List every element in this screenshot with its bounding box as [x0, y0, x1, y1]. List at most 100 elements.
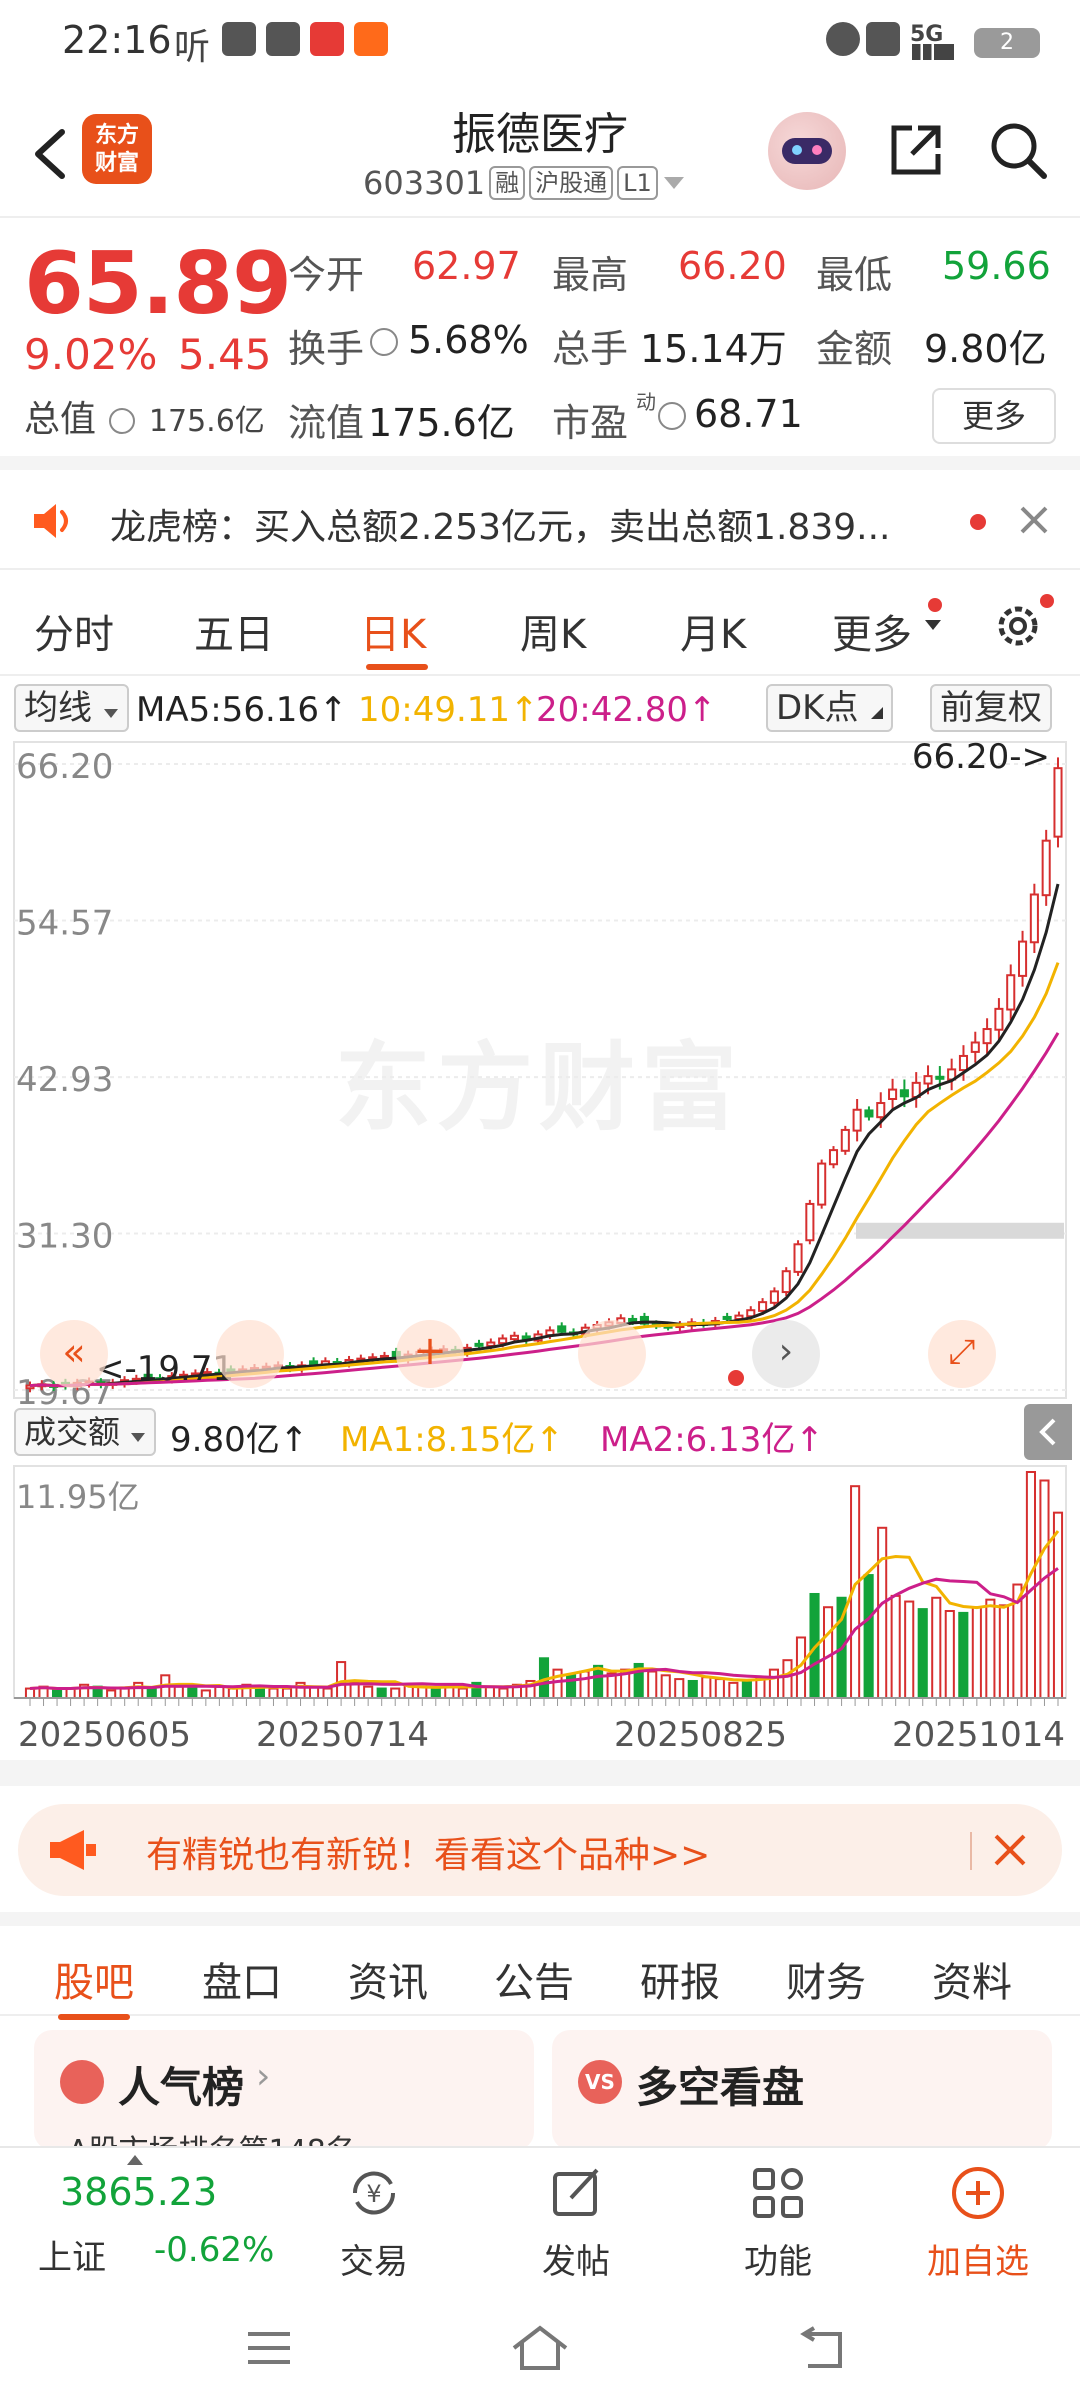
- volume-value-label: 9.80亿↑: [170, 1420, 309, 1460]
- candle-body: [1041, 839, 1051, 897]
- dropdown-icon: [663, 177, 684, 189]
- quote-panel: 65.89 9.02% 5.45 总值 175.6亿 今开 62.97 最高 6…: [0, 220, 1080, 470]
- tab-research[interactable]: 研报: [640, 1950, 720, 2008]
- ma-select[interactable]: 均线: [14, 684, 129, 732]
- market-value-row: 总值 175.6亿: [24, 390, 265, 442]
- collapse-panel-button[interactable]: [1024, 1404, 1072, 1460]
- tab-more[interactable]: 更多: [832, 602, 912, 660]
- tab-financials[interactable]: 财务: [786, 1950, 866, 2008]
- volume-label: 总手: [552, 327, 629, 371]
- edit-icon: [553, 2168, 599, 2216]
- x-tick-label: 20251014: [892, 1715, 1065, 1755]
- tab-guba[interactable]: 股吧: [54, 1950, 134, 2008]
- step-back-button[interactable]: [578, 1320, 646, 1388]
- market-value-label: 总值: [24, 399, 97, 440]
- volume-indicator-select[interactable]: 成交额: [14, 1408, 157, 1456]
- home-icon[interactable]: [508, 2322, 572, 2374]
- kline-chart[interactable]: 66.2054.5742.9331.3019.67 66.20-><-19.71…: [0, 738, 1080, 1790]
- volume-bar: [985, 1598, 996, 1700]
- volume-bar: [782, 1659, 793, 1699]
- zoom-out-button[interactable]: [216, 1320, 284, 1388]
- adjust-button[interactable]: 前复权: [930, 684, 1052, 732]
- volume-bar: [931, 1596, 942, 1699]
- dk-point-button[interactable]: DK点: [766, 684, 894, 732]
- price-frame: [13, 741, 1067, 1399]
- volume-bar: [647, 1670, 658, 1699]
- volume-bar: [1052, 1511, 1064, 1699]
- stock-code-row[interactable]: 603301 融 沪股通 L1: [363, 164, 686, 202]
- volume-bar: [768, 1668, 780, 1699]
- volume-bar: [552, 1668, 563, 1699]
- tab-daily-k[interactable]: 日K: [360, 602, 426, 660]
- ma-select-caret-icon: [103, 709, 118, 718]
- volume-bar: [390, 1687, 401, 1700]
- content-tab-underline: [58, 2014, 130, 2020]
- pe-superscript: 动: [636, 390, 656, 414]
- candle-body: [805, 1202, 815, 1242]
- assistant-robot-icon[interactable]: [768, 112, 846, 190]
- tab-more-caret-icon: [925, 620, 941, 630]
- settings-icon[interactable]: [990, 598, 1046, 654]
- nav-functions[interactable]: 功能: [718, 2162, 838, 2283]
- volume-bar: [200, 1689, 211, 1699]
- candle-body: [888, 1088, 898, 1100]
- turnover-label: 换手: [288, 327, 365, 371]
- volume-bar: [593, 1664, 604, 1699]
- bull-bear-card[interactable]: VS 多空看盘: [552, 2030, 1052, 2150]
- tab-intraday[interactable]: 分时: [34, 602, 114, 660]
- zoom-in-button[interactable]: +: [396, 1320, 464, 1388]
- info-icon[interactable]: [109, 408, 136, 434]
- open-value: 62.97: [412, 244, 521, 288]
- index-change: -0.62%: [154, 2230, 275, 2270]
- step-forward-button[interactable]: ›: [752, 1320, 820, 1388]
- x-tick-label: 20250714: [256, 1715, 429, 1755]
- promo-banner[interactable]: 有精锐也有新锐！看看这个品种>>: [18, 1804, 1062, 1896]
- connect-tag: 沪股通: [529, 166, 614, 200]
- candle-body: [758, 1301, 768, 1312]
- news-ticker[interactable]: 龙虎榜：买入总额2.253亿元，卖出总额1.839...: [0, 470, 1080, 570]
- candle-body: [970, 1041, 980, 1053]
- low-annotation: <-19.71: [96, 1349, 234, 1389]
- more-quote-button[interactable]: 更多: [932, 388, 1056, 444]
- promo-close-icon[interactable]: [990, 1830, 1030, 1870]
- volume-bar: [376, 1687, 387, 1700]
- tab-five-day[interactable]: 五日: [194, 602, 274, 660]
- close-icon[interactable]: [1016, 502, 1052, 538]
- promo-divider: [970, 1832, 972, 1870]
- pe-info-icon[interactable]: [658, 402, 686, 430]
- unread-dot: [970, 514, 986, 530]
- tab-weekly-k[interactable]: 周K: [520, 602, 586, 660]
- tab-monthly-k[interactable]: 月K: [680, 602, 746, 660]
- tab-order-book[interactable]: 盘口: [202, 1950, 282, 2008]
- tab-profile[interactable]: 资料: [932, 1950, 1012, 2008]
- search-icon[interactable]: [986, 118, 1050, 182]
- menu-icon[interactable]: [244, 2326, 294, 2370]
- zoom-out-far-button[interactable]: «: [40, 1320, 108, 1388]
- clock: 22:16: [62, 18, 172, 62]
- popularity-card[interactable]: 人气榜 › A股市场排名第148名: [34, 2030, 534, 2150]
- price-tick-label: 54.57: [16, 903, 113, 943]
- axis-footer: [0, 1760, 1080, 1786]
- candle-body: [828, 1149, 839, 1166]
- volume-bar: [322, 1687, 333, 1700]
- margin-tag: 融: [489, 166, 526, 200]
- nav-trade[interactable]: ¥ 交易: [314, 2162, 434, 2283]
- turnover-info-icon[interactable]: [370, 328, 398, 356]
- fullscreen-button[interactable]: ⤢: [928, 1320, 996, 1388]
- volume-bar: [227, 1687, 238, 1700]
- dk-signal-dot: [728, 1370, 744, 1386]
- tab-announcements[interactable]: 公告: [494, 1950, 574, 2008]
- back-nav-icon[interactable]: [794, 2324, 850, 2372]
- nav-functions-label: 功能: [744, 2242, 812, 2282]
- nav-add-watchlist[interactable]: 加自选: [918, 2162, 1038, 2283]
- volume-ma2-label: MA2:6.13亿↑: [600, 1420, 824, 1460]
- change-pct: 9.02%: [24, 330, 158, 379]
- x-tick-label: 20250825: [614, 1715, 787, 1755]
- tab-news[interactable]: 资讯: [348, 1950, 428, 2008]
- volume-bar: [944, 1610, 955, 1700]
- megaphone-icon: [50, 1830, 96, 1870]
- mail-notification-icon: [266, 22, 300, 56]
- volume-bar: [281, 1687, 293, 1700]
- share-icon[interactable]: [884, 118, 948, 182]
- nav-post[interactable]: 发帖: [516, 2162, 636, 2283]
